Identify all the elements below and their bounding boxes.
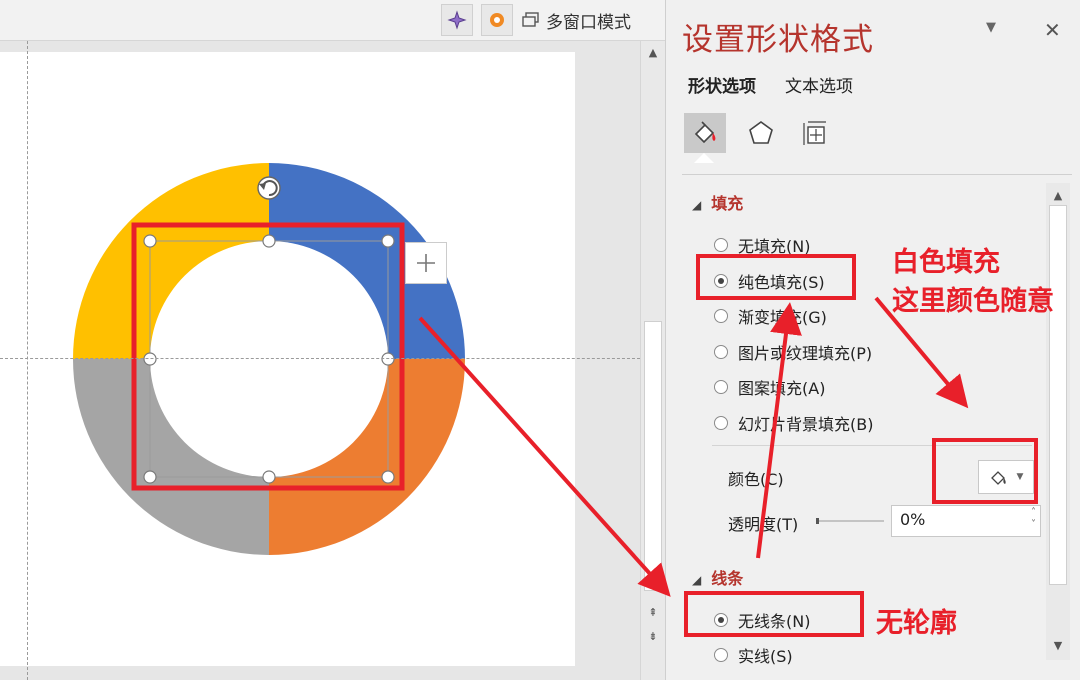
- annotation-white-fill: 白色填充: [892, 247, 1000, 278]
- annotation-arrows: [418, 296, 969, 597]
- arrow-shape-to-no-line: [418, 316, 671, 597]
- annotation-any-color: 这里颜色随意: [892, 286, 1054, 317]
- arrow-to-solid-fill: [756, 302, 802, 559]
- annotation-no-outline: 无轮廓: [876, 608, 957, 639]
